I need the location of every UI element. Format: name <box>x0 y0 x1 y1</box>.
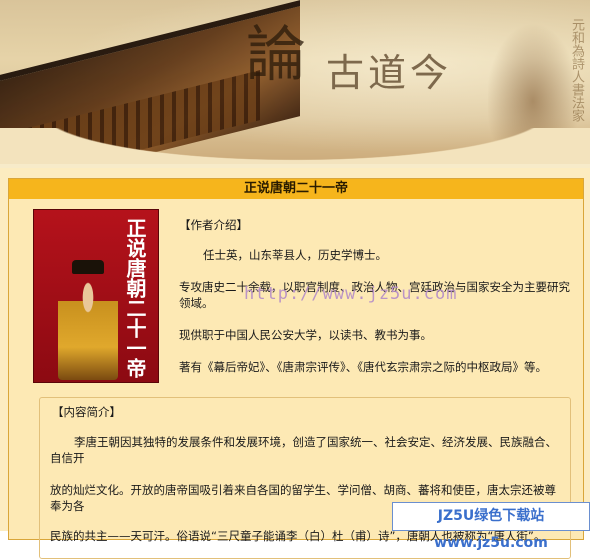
author-intro: 任士英，山东莘县人，历史学博士。 <box>203 248 387 262</box>
emperor-portrait <box>58 270 118 380</box>
watermark-url: http://www.jz5u.com <box>244 284 458 304</box>
cover-title: 正说唐朝二十一帝 <box>123 218 147 378</box>
content-frame: 正说唐朝二十一帝 正说唐朝二十一帝 【作者介绍】 任士英，山东莘县人，历史学博士… <box>0 168 590 559</box>
summary-heading: 【内容简介】 <box>52 405 121 419</box>
book-cover-image[interactable]: 正说唐朝二十一帝 <box>33 209 159 383</box>
summary-paragraph-1: 李唐王朝因其独特的发展条件和发展环境，创造了国家统一、社会安定、经济发展、民族融… <box>50 435 557 465</box>
author-position: 现供职于中国人民公安大学，以读书、教书为事。 <box>179 328 432 342</box>
download-site-badge[interactable]: JZ5U绿色下载站www.jz5u.com <box>392 502 590 551</box>
site-banner: 論 古道今 元和為詩人書法家 <box>0 0 590 168</box>
calligraphy-scroll: 元和為詩人書法家 <box>569 18 584 122</box>
site-brand-title: 古道今 <box>326 51 453 95</box>
book-panel: 正说唐朝二十一帝 正说唐朝二十一帝 【作者介绍】 任士英，山东莘县人，历史学博士… <box>8 178 584 559</box>
book-title-bar: 正说唐朝二十一帝 <box>9 179 583 199</box>
author-works: 著有《幕后帝妃》、《唐肃宗评传》、《唐代玄宗肃宗之际的中枢政局》等。 <box>179 360 547 374</box>
banner-wave <box>0 128 590 168</box>
author-heading: 【作者介绍】 <box>179 218 248 232</box>
calligraphy-character: 論 <box>246 20 306 90</box>
emperor-hat <box>72 260 104 274</box>
